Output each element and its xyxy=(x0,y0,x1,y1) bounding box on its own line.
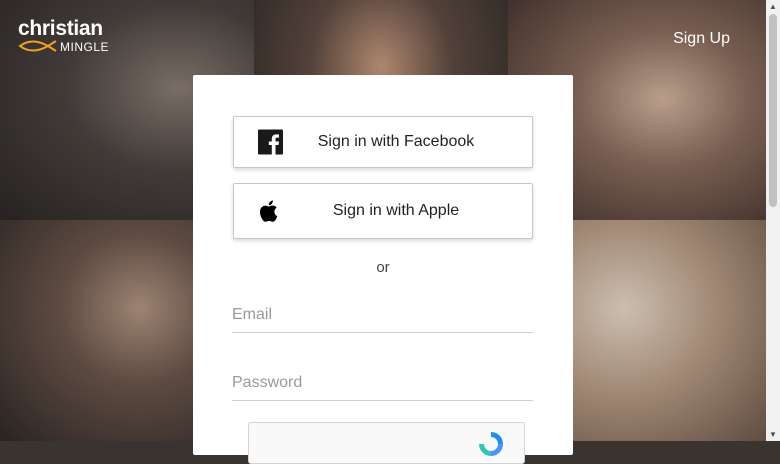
page-scrollbar[interactable]: ▲ ▼ xyxy=(766,0,780,441)
scroll-down-arrow-icon[interactable]: ▼ xyxy=(769,430,777,439)
login-card: Sign in with Facebook Sign in with Apple… xyxy=(193,75,573,464)
or-divider: or xyxy=(376,259,390,276)
site-logo[interactable]: christian MINGLE xyxy=(18,17,109,55)
scroll-thumb[interactable] xyxy=(769,14,777,207)
email-field[interactable] xyxy=(232,302,533,333)
facebook-icon xyxy=(258,129,283,155)
recaptcha-widget[interactable] xyxy=(248,422,525,464)
apple-signin-label: Sign in with Apple xyxy=(332,202,460,219)
logo-wordmark: christian xyxy=(18,17,103,40)
logo-subtitle: MINGLE xyxy=(60,40,110,54)
recaptcha-icon xyxy=(479,432,503,456)
scroll-up-arrow-icon[interactable]: ▲ xyxy=(769,2,777,11)
fish-icon xyxy=(18,40,57,52)
apple-signin-button[interactable]: Sign in with Apple xyxy=(233,183,533,239)
apple-icon xyxy=(259,200,278,222)
password-field[interactable] xyxy=(232,370,533,401)
sign-up-link[interactable]: Sign Up xyxy=(673,30,730,48)
facebook-signin-button[interactable]: Sign in with Facebook xyxy=(233,116,533,168)
